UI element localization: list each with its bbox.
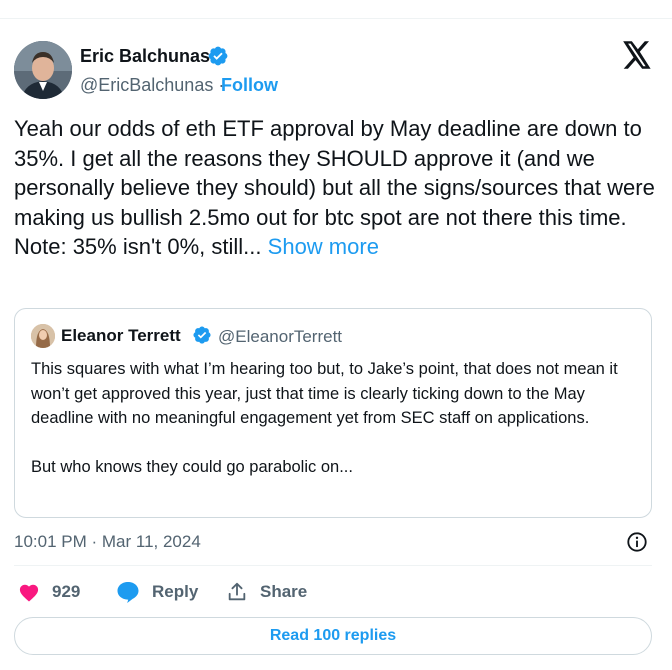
quoted-tweet[interactable]: Eleanor Terrett @EleanorTerrett This squ… <box>14 308 652 518</box>
author-avatar[interactable] <box>14 41 72 99</box>
card-top-border <box>0 18 672 19</box>
x-logo-icon[interactable] <box>622 41 652 69</box>
quote-author-name: Eleanor Terrett <box>61 326 181 345</box>
author-name[interactable]: Eric Balchunas <box>80 46 210 67</box>
follow-button[interactable]: Follow <box>221 75 278 96</box>
like-count: 929 <box>52 582 81 601</box>
reply-button[interactable]: Reply <box>116 580 198 604</box>
info-icon[interactable] <box>626 531 648 553</box>
quote-verified-badge-icon <box>193 326 211 344</box>
tweet-card: Eric Balchunas @EricBalchunas · Follow Y… <box>0 0 672 670</box>
reply-bubble-icon <box>117 582 139 603</box>
quote-text: This squares with what I’m hearing too b… <box>31 360 618 476</box>
verified-badge-icon <box>208 46 228 66</box>
author-handle[interactable]: @EricBalchunas · <box>80 75 224 96</box>
share-button[interactable]: Share <box>226 580 307 604</box>
tweet-text: Yeah our odds of eth ETF approval by May… <box>14 114 659 262</box>
share-icon <box>228 582 246 601</box>
read-replies-button[interactable]: Read 100 replies <box>14 617 652 655</box>
divider <box>14 565 652 566</box>
quote-author-avatar <box>31 324 55 348</box>
heart-icon <box>19 584 39 602</box>
share-label: Share <box>260 582 308 601</box>
avatar-image <box>14 41 72 99</box>
quote-author-handle: @EleanorTerrett <box>218 327 343 346</box>
show-more-link[interactable]: Show more <box>268 234 379 259</box>
tweet-timestamp[interactable]: 10:01 PM · Mar 11, 2024 <box>14 532 201 552</box>
author-handle-text[interactable]: @EricBalchunas <box>80 75 213 95</box>
like-button[interactable]: 929 <box>18 580 80 604</box>
quote-avatar-image <box>31 324 55 348</box>
reply-label: Reply <box>152 582 199 601</box>
